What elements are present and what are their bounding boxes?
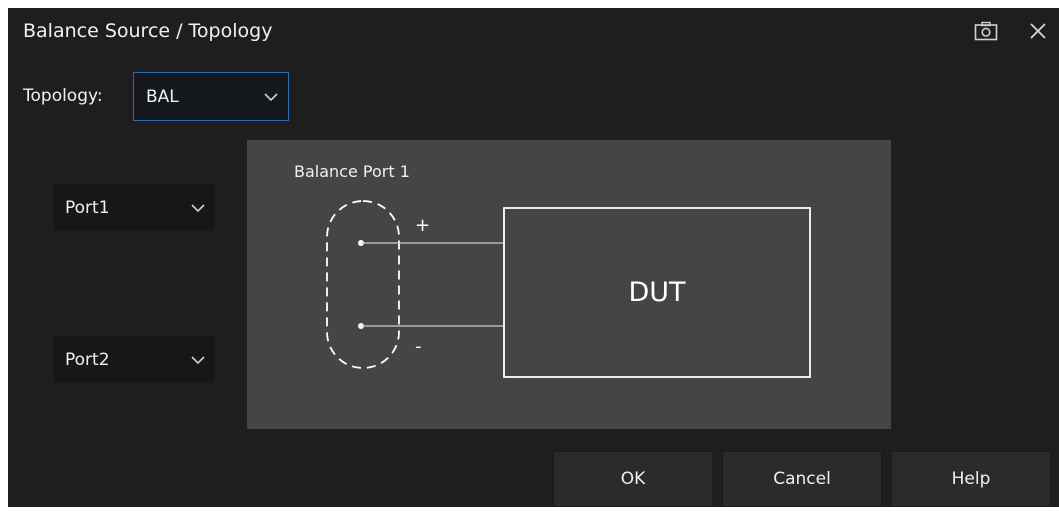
- dialog-title: Balance Source / Topology: [23, 20, 273, 42]
- balance-source-topology-dialog: Balance Source / Topology Topology: BAL …: [8, 8, 1059, 507]
- chevron-down-icon: [264, 92, 278, 101]
- topology-dropdown[interactable]: BAL: [133, 72, 289, 121]
- topology-label: Topology:: [23, 86, 103, 106]
- ok-button[interactable]: OK: [553, 451, 713, 507]
- help-button[interactable]: Help: [891, 451, 1051, 507]
- positive-sign: +: [415, 215, 430, 236]
- dut-label: DUT: [628, 277, 686, 308]
- camera-icon[interactable]: [974, 21, 998, 41]
- port2-dropdown-value: Port2: [65, 349, 110, 370]
- chevron-down-icon: [191, 355, 205, 364]
- cancel-button[interactable]: Cancel: [722, 451, 882, 507]
- close-icon[interactable]: [1028, 21, 1048, 41]
- topology-dropdown-value: BAL: [146, 86, 179, 107]
- negative-sign: -: [415, 336, 422, 357]
- topology-diagram-drawing: + - DUT: [326, 200, 811, 378]
- topology-diagram: Balance Port 1 + - DUT: [247, 140, 891, 429]
- chevron-down-icon: [191, 203, 205, 212]
- port1-dropdown-value: Port1: [65, 197, 110, 218]
- port1-dropdown[interactable]: Port1: [53, 184, 215, 231]
- port2-dropdown[interactable]: Port2: [53, 336, 215, 383]
- balanced-port-outline: [326, 200, 400, 369]
